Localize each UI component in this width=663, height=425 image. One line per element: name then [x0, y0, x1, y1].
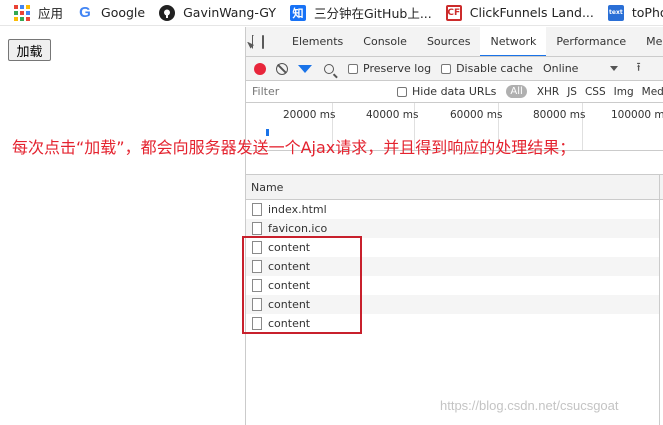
google-icon: G: [79, 4, 91, 21]
bookmark-tophone[interactable]: text toPhon: [607, 4, 663, 21]
type-filter-all[interactable]: All: [506, 85, 527, 98]
annotation-text: 每次点击“加载”，都会向服务器发送一个Ajax请求，并且得到响应的处理结果；: [12, 138, 576, 157]
timeline-request-mark: [266, 129, 269, 136]
bookmark-label: 应用: [38, 6, 64, 21]
type-filter-img[interactable]: Img: [614, 86, 634, 98]
filter-bar: Hide data URLs All XHR JS CSS Img Media: [246, 81, 663, 103]
checkbox[interactable]: [397, 86, 407, 97]
bookmark-label: toPhon: [631, 5, 663, 20]
request-name: index.html: [268, 203, 327, 216]
bookmark-zhihu[interactable]: 知 三分钟在GitHub上...: [290, 3, 432, 22]
bookmarks-bar: 应用 G Google GavinWang-GY 知 三分钟在GitHub上..…: [0, 0, 663, 26]
bookmark-apps[interactable]: 应用: [14, 3, 63, 22]
hide-data-urls-label: Hide data URLs: [412, 85, 497, 98]
load-button[interactable]: 加载: [8, 39, 51, 61]
type-filter-media[interactable]: Media: [642, 86, 663, 98]
timeline-tick: 20000 ms: [283, 109, 336, 121]
request-row[interactable]: index.html: [246, 200, 659, 219]
record-icon[interactable]: [254, 62, 266, 75]
type-filter-js[interactable]: JS: [567, 86, 577, 98]
tab-elements[interactable]: Elements: [282, 27, 353, 56]
bookmark-clickfunnels[interactable]: CF ClickFunnels Land...: [445, 4, 594, 21]
throttling-value: Online: [542, 62, 579, 75]
tab-memory[interactable]: Mem: [636, 27, 663, 56]
import-har-icon[interactable]: ⭱: [636, 58, 640, 79]
device-toolbar-icon[interactable]: [262, 34, 264, 49]
bookmark-google[interactable]: G Google: [77, 4, 146, 21]
disable-cache-label: Disable cache: [456, 62, 533, 75]
github-icon: [159, 4, 176, 21]
type-filter-css[interactable]: CSS: [585, 86, 606, 98]
tab-performance[interactable]: Performance: [546, 27, 636, 56]
timeline-tick: 40000 ms: [366, 109, 419, 121]
type-filter-xhr[interactable]: XHR: [537, 86, 559, 98]
search-icon[interactable]: [324, 63, 334, 74]
tab-sources[interactable]: Sources: [417, 27, 481, 56]
watermark: https://blog.csdn.net/csucsgoat: [440, 398, 619, 413]
bookmark-label: ClickFunnels Land...: [469, 5, 594, 20]
column-name-header[interactable]: Name: [251, 181, 283, 194]
request-name: favicon.ico: [268, 222, 328, 235]
timeline-tick: 60000 ms: [450, 109, 503, 121]
preserve-log-checkbox[interactable]: Preserve log: [348, 62, 431, 75]
network-toolbar: Preserve log Disable cache Online ⭱: [246, 57, 663, 81]
clickfunnels-icon: CF: [445, 4, 462, 21]
tab-console[interactable]: Console: [353, 27, 417, 56]
request-table-header: Name: [246, 174, 663, 200]
page-content: 加载: [0, 27, 245, 425]
filter-icon[interactable]: [298, 64, 312, 73]
apps-grid-icon: [14, 4, 30, 21]
document-icon: [252, 222, 262, 235]
checkbox[interactable]: [441, 63, 452, 74]
chevron-down-icon: [610, 66, 619, 71]
disable-cache-checkbox[interactable]: Disable cache: [441, 62, 533, 75]
throttling-select[interactable]: Online: [542, 62, 619, 75]
column-divider: [659, 174, 660, 200]
hide-data-urls-checkbox[interactable]: Hide data URLs: [397, 85, 496, 98]
timeline-tick: 100000 ms: [611, 109, 663, 121]
textnow-icon: text: [607, 4, 624, 21]
bookmark-github[interactable]: GavinWang-GY: [159, 4, 276, 21]
clear-icon[interactable]: [276, 62, 288, 75]
inspect-element-icon[interactable]: [252, 34, 254, 49]
checkbox[interactable]: [348, 63, 358, 74]
preserve-log-label: Preserve log: [363, 62, 432, 75]
ajax-requests-highlight-box: [242, 236, 362, 334]
tab-network[interactable]: Network: [480, 27, 547, 56]
devtools-panel: Elements Console Sources Network Perform…: [245, 27, 663, 425]
bookmark-label: Google: [101, 5, 146, 20]
bookmark-label: 三分钟在GitHub上...: [314, 6, 432, 21]
zhihu-icon: 知: [290, 4, 306, 21]
filter-input[interactable]: [252, 85, 397, 98]
timeline-tick: 80000 ms: [533, 109, 586, 121]
devtools-tab-bar: Elements Console Sources Network Perform…: [246, 27, 663, 57]
bookmark-label: GavinWang-GY: [183, 5, 276, 20]
document-icon: [252, 203, 262, 216]
